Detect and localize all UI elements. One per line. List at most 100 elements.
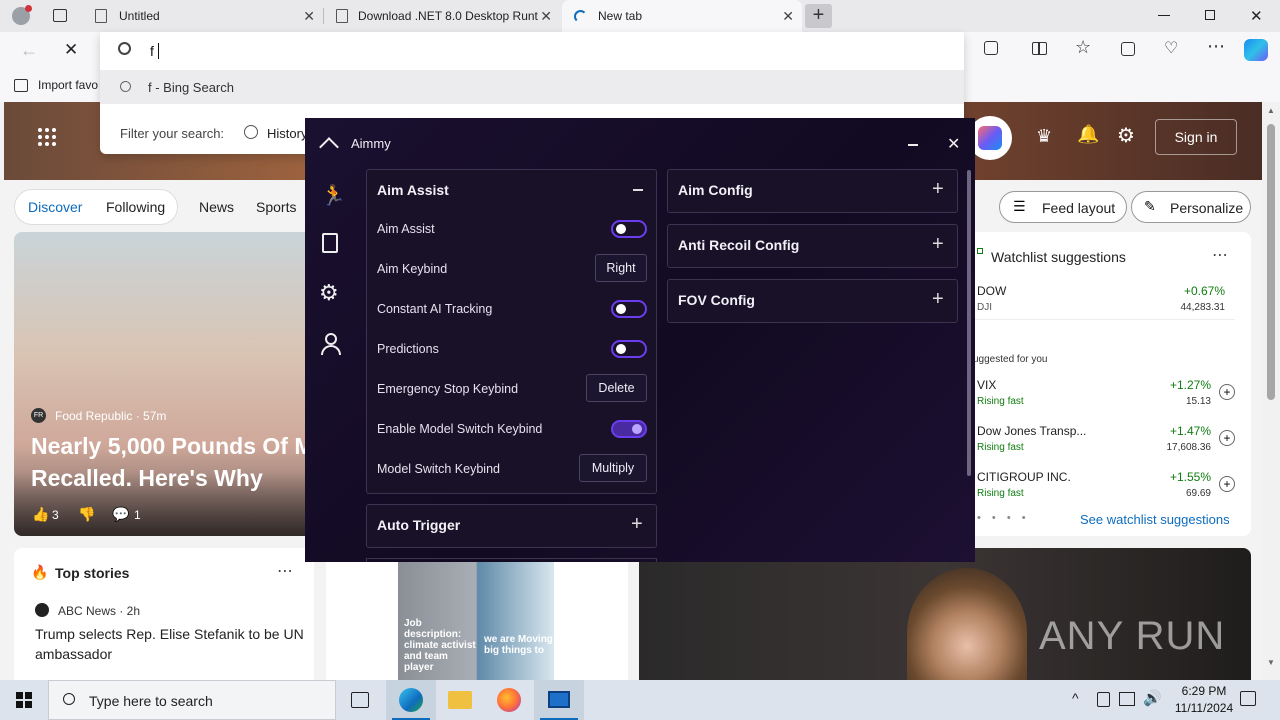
network-icon[interactable] <box>1119 692 1135 706</box>
tab-untitled[interactable]: Untitled ✕ <box>85 0 323 32</box>
anti-recoil-config-panel[interactable]: Anti Recoil Config + <box>667 224 958 268</box>
comment-icon[interactable]: 💬 <box>112 506 129 523</box>
aimmy-close-button[interactable]: ✕ <box>947 134 960 154</box>
emergency-stop-keybind-button[interactable]: Delete <box>586 374 647 402</box>
nav-following[interactable]: Following <box>106 199 165 215</box>
aim-assist-toggle[interactable] <box>611 220 647 238</box>
notifications-bell-icon[interactable]: 🔔 <box>1077 124 1099 145</box>
aimmy-taskbar-icon[interactable] <box>534 680 584 720</box>
profile-avatar-icon[interactable] <box>12 5 32 25</box>
aim-keybind-button[interactable]: Right <box>595 254 647 282</box>
add-to-watchlist-icon[interactable]: + <box>1219 476 1235 492</box>
close-tab-icon[interactable]: ✕ <box>540 8 552 25</box>
sidebar-user-icon[interactable] <box>321 333 341 355</box>
tab-actions-icon[interactable] <box>53 9 67 22</box>
stock-change: +1.47% <box>1169 424 1211 438</box>
add-to-watchlist-icon[interactable]: + <box>1219 430 1235 446</box>
rewards-icon[interactable]: ♛ <box>1036 126 1052 147</box>
taskbar-search-box[interactable]: Type here to search <box>48 680 336 720</box>
like-icon[interactable]: 👍 <box>32 506 49 523</box>
scroll-down-arrow[interactable]: ▼ <box>1267 658 1275 667</box>
address-input[interactable]: f <box>150 43 154 59</box>
carousel-dots[interactable]: • • • • <box>977 512 1030 524</box>
edge-taskbar-icon[interactable] <box>386 680 436 720</box>
collections-icon[interactable] <box>1121 42 1135 56</box>
nav-discover[interactable]: Discover <box>28 199 82 215</box>
fov-config-title: FOV Config <box>678 292 755 308</box>
expand-plus-icon[interactable]: + <box>932 233 944 256</box>
apps-grid-icon[interactable] <box>38 128 56 146</box>
nav-sports[interactable]: Sports <box>256 199 296 215</box>
dislike-icon[interactable]: 👎 <box>78 506 95 523</box>
personalize-button[interactable]: ✎ Personalize <box>1131 191 1251 223</box>
tab-dotnet-download[interactable]: Download .NET 8.0 Desktop Runt ✕ <box>324 0 560 32</box>
notification-center-icon[interactable] <box>1240 691 1256 706</box>
suggestion-row[interactable]: f - Bing Search <box>100 70 964 104</box>
sidebar-settings-icon[interactable]: ⚙ <box>319 280 339 306</box>
add-to-watchlist-icon[interactable]: + <box>1219 384 1235 400</box>
close-tab-icon[interactable]: ✕ <box>782 8 794 25</box>
constant-ai-tracking-toggle[interactable] <box>611 300 647 318</box>
photo-news-card[interactable]: ANY RUN <box>639 548 1251 680</box>
story-headline[interactable]: Trump selects Rep. Elise Stefanik to be … <box>35 624 305 664</box>
sidebar-config-icon[interactable] <box>322 233 338 253</box>
hero-headline[interactable]: Nearly 5,000 Pounds Of M Recalled. Here'… <box>31 430 314 494</box>
ad-card[interactable]: Job description: climate activist and te… <box>326 548 628 680</box>
task-view-icon[interactable] <box>351 692 369 708</box>
aim-config-panel[interactable]: Aim Config + <box>667 169 958 213</box>
expand-plus-icon[interactable]: + <box>932 288 944 311</box>
start-button-icon[interactable] <box>16 692 32 708</box>
file-explorer-icon[interactable] <box>448 691 472 709</box>
expand-plus-icon[interactable]: + <box>631 513 643 536</box>
aimmy-minimize-button[interactable] <box>908 144 918 146</box>
scroll-thumb[interactable] <box>1267 124 1275 400</box>
stock-name: Dow Jones Transp... <box>977 424 1087 438</box>
model-switch-keybind-button[interactable]: Multiply <box>579 454 647 482</box>
favorites-star-icon[interactable]: ☆ <box>1075 37 1091 58</box>
stock-row-vix[interactable]: VIX Rising fast +1.27% 15.13 + <box>973 372 1235 412</box>
restore-button[interactable] <box>1205 10 1215 20</box>
stock-row-dow-transp[interactable]: Dow Jones Transp... Rising fast +1.47% 1… <box>973 418 1235 458</box>
fov-config-panel[interactable]: FOV Config + <box>667 279 958 323</box>
scroll-up-arrow[interactable]: ▲ <box>1267 106 1275 115</box>
extensions-icon[interactable] <box>984 41 998 55</box>
feed-layout-button[interactable]: ☰ Feed layout <box>999 191 1127 223</box>
tray-chevron-icon[interactable]: ^ <box>1072 690 1079 706</box>
clock-time[interactable]: 6:29 PM <box>1174 684 1234 698</box>
collapse-chevron-icon[interactable] <box>319 137 339 157</box>
import-favorites-link[interactable]: Import favo <box>38 78 98 92</box>
settings-gear-icon[interactable]: ⚙ <box>1117 123 1135 148</box>
aimmy-scrollbar-thumb[interactable] <box>967 170 971 476</box>
new-tab-button[interactable]: + <box>805 4 832 28</box>
more-options-icon[interactable]: ⋯ <box>277 561 293 581</box>
nav-news[interactable]: News <box>199 199 234 215</box>
back-button[interactable]: ← <box>20 40 38 61</box>
stop-loading-button[interactable]: ✕ <box>64 40 78 60</box>
history-filter-button[interactable]: History <box>267 126 307 141</box>
sidebar-aim-icon[interactable]: 🏃 <box>321 183 346 208</box>
settings-more-icon[interactable]: ⋯ <box>1207 36 1225 57</box>
model-switch-toggle[interactable] <box>611 420 647 438</box>
close-window-button[interactable]: ✕ <box>1250 7 1263 25</box>
copilot-icon[interactable] <box>1244 39 1268 61</box>
see-watchlist-link[interactable]: See watchlist suggestions <box>1080 512 1230 527</box>
expand-plus-icon[interactable]: + <box>932 178 944 201</box>
hero-news-card[interactable]: FR Food Republic · 57m Nearly 5,000 Poun… <box>14 232 314 536</box>
page-scrollbar[interactable]: ▲ ▼ <box>1262 102 1280 680</box>
tray-app-icon[interactable] <box>1097 692 1110 707</box>
clock-date[interactable]: 11/11/2024 <box>1166 701 1242 715</box>
firefox-icon[interactable] <box>497 688 521 712</box>
tab-new-tab[interactable]: New tab ✕ <box>562 0 802 32</box>
auto-trigger-panel[interactable]: Auto Trigger + <box>366 504 657 548</box>
volume-icon[interactable]: 🔊 <box>1143 689 1162 707</box>
minimize-button[interactable] <box>1158 15 1170 16</box>
stock-row-citigroup[interactable]: CITIGROUP INC. Rising fast +1.55% 69.69 … <box>973 464 1235 504</box>
predictions-toggle[interactable] <box>611 340 647 358</box>
performance-icon[interactable]: ♡ <box>1164 38 1178 58</box>
stock-row-dow[interactable]: DOW DJI +0.67% 44,283.31 <box>973 278 1235 320</box>
watchlist-more-icon[interactable]: ⋯ <box>1212 245 1228 265</box>
split-screen-icon[interactable] <box>1032 42 1047 55</box>
close-tab-icon[interactable]: ✕ <box>303 8 315 25</box>
collapse-section-icon[interactable] <box>633 189 643 191</box>
sign-in-button[interactable]: Sign in <box>1155 119 1237 155</box>
